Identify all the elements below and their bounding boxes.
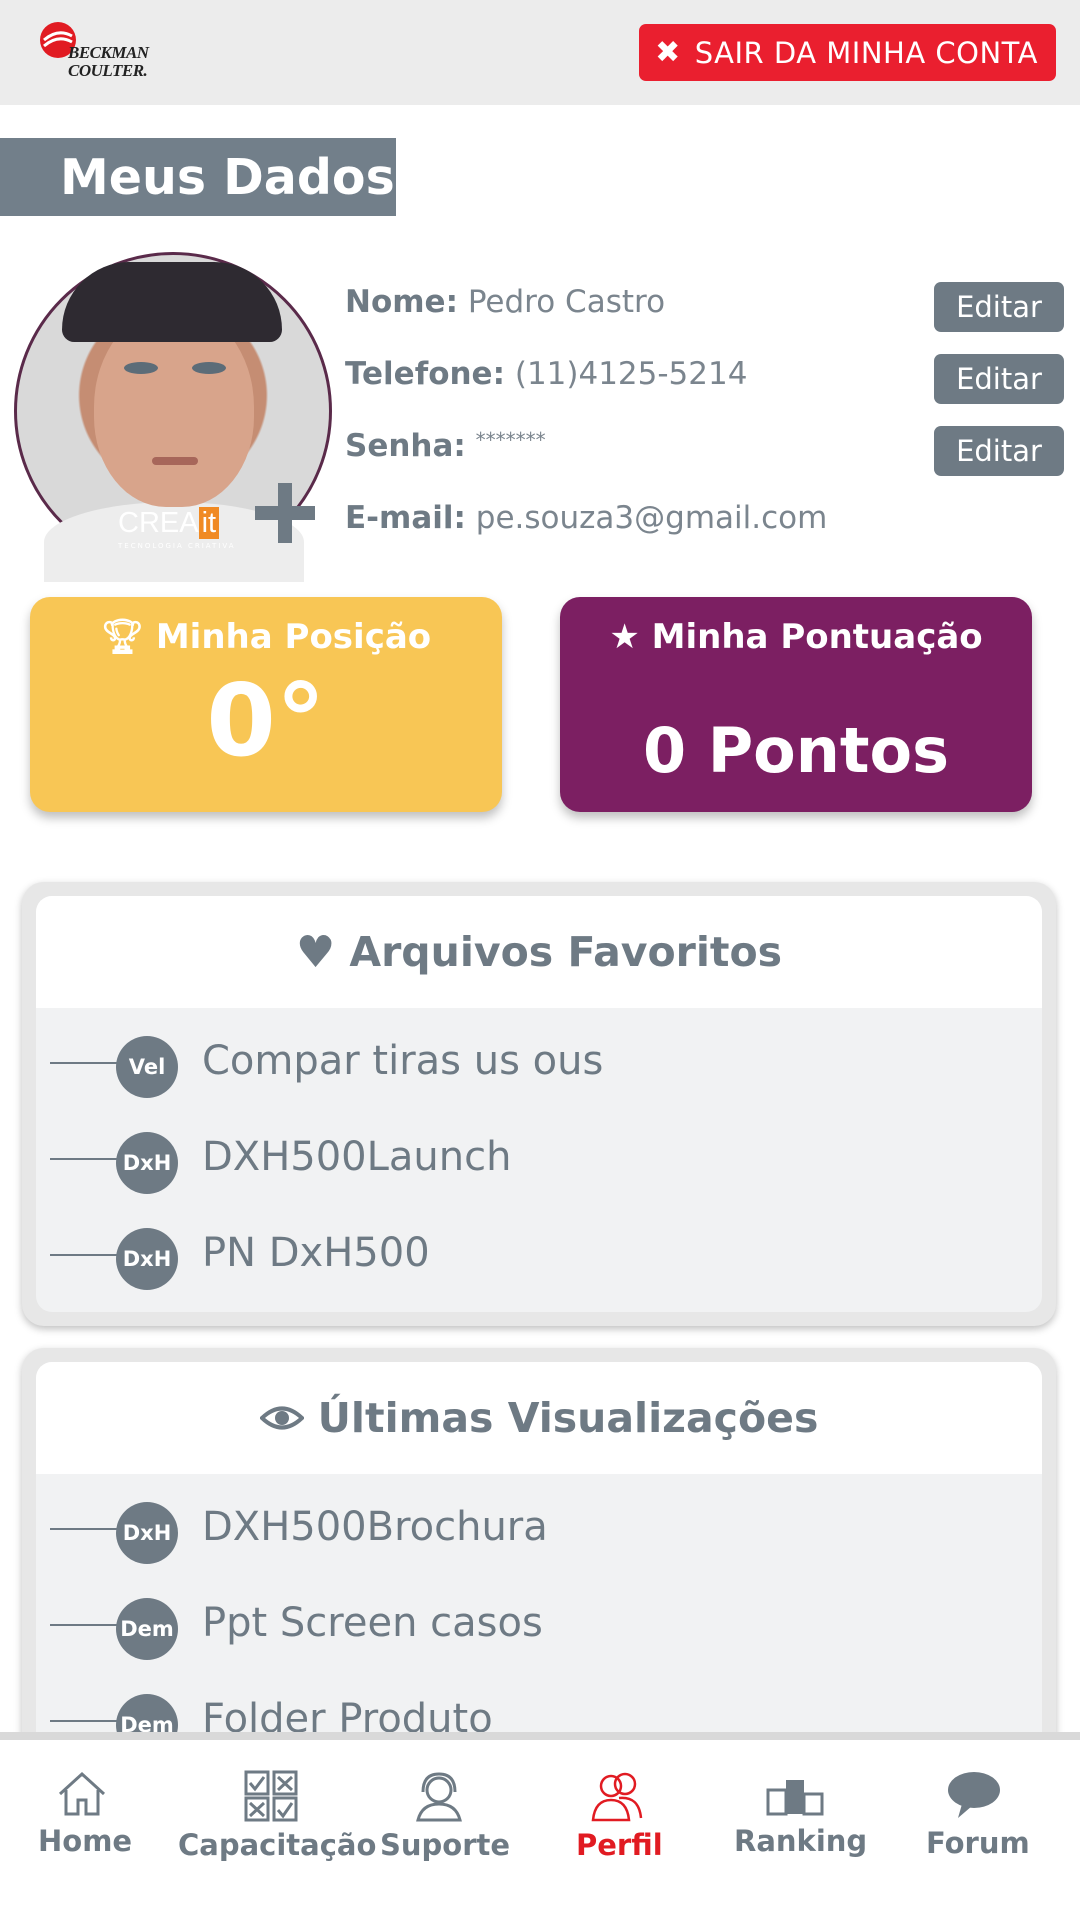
score-title: ★ Minha Pontuação bbox=[560, 617, 1032, 657]
avatar-eye-left bbox=[124, 362, 158, 374]
nav-capacitacao-label: Capacitação bbox=[178, 1828, 377, 1862]
position-title-text: Minha Posição bbox=[155, 617, 432, 657]
logout-label: SAIR DA MINHA CONTA bbox=[694, 35, 1038, 70]
watermark-subtext: TECNOLOGIA CRIATIVA bbox=[118, 542, 236, 550]
nav-home-label: Home bbox=[38, 1824, 133, 1858]
password-label: Senha: bbox=[345, 428, 466, 464]
file-badge: Vel bbox=[116, 1036, 178, 1098]
list-item[interactable]: DxH DXH500Brochura bbox=[36, 1474, 1042, 1570]
chat-icon bbox=[948, 1772, 1000, 1818]
file-badge: DxH bbox=[116, 1132, 178, 1194]
logo-text: BECKMAN COULTER. bbox=[68, 44, 149, 80]
file-badge: DxH bbox=[116, 1228, 178, 1290]
add-photo-icon[interactable] bbox=[255, 483, 315, 543]
list-item[interactable]: Vel Compar tiras us ous bbox=[36, 1008, 1042, 1104]
recent-panel-inner: Últimas Visualizações DxH DXH500Brochura… bbox=[36, 1362, 1042, 1754]
name-value: Pedro Castro bbox=[467, 284, 666, 320]
app-screen: BECKMAN COULTER. ✖ SAIR DA MINHA CONTA M… bbox=[0, 0, 1080, 1920]
logo-text-line1: BECKMAN bbox=[68, 43, 149, 62]
recent-panel: Últimas Visualizações DxH DXH500Brochura… bbox=[22, 1348, 1056, 1768]
bottom-nav: Home Capacitação Suporte Perfil Ranking … bbox=[0, 1732, 1080, 1920]
score-title-text: Minha Pontuação bbox=[651, 617, 983, 657]
list-connector bbox=[50, 1720, 120, 1722]
users-icon bbox=[591, 1772, 643, 1822]
position-card: 🏆︎ Minha Posição 0° bbox=[30, 597, 502, 812]
file-badge: Dem bbox=[116, 1598, 178, 1660]
phone-row: Telefone: (11)4125-5214 bbox=[345, 356, 747, 392]
position-value: 0° bbox=[206, 662, 326, 779]
email-row: E-mail: pe.souza3@gmail.com bbox=[345, 500, 827, 536]
list-item[interactable]: Dem Ppt Screen casos bbox=[36, 1570, 1042, 1666]
trophy-icon: 🏆︎ bbox=[100, 617, 144, 657]
phone-value: (11)4125-5214 bbox=[514, 356, 748, 392]
list-item[interactable]: DxH DXH500Launch bbox=[36, 1104, 1042, 1200]
file-name: DXH500Brochura bbox=[202, 1504, 548, 1550]
score-value: 0 Pontos bbox=[642, 714, 950, 787]
list-item[interactable]: DxH PN DxH500 bbox=[36, 1200, 1042, 1296]
avatar-eye-right bbox=[192, 362, 226, 374]
score-card: ★ Minha Pontuação 0 Pontos bbox=[560, 597, 1032, 812]
email-value: pe.souza3@gmail.com bbox=[475, 500, 828, 536]
favorites-panel-inner: ♥ Arquivos Favoritos Vel Compar tiras us… bbox=[36, 896, 1042, 1312]
password-row: Senha: ******* bbox=[345, 428, 546, 464]
nav-ranking-label: Ranking bbox=[734, 1824, 868, 1858]
position-title: 🏆︎ Minha Posição bbox=[30, 617, 502, 657]
phone-label: Telefone: bbox=[345, 356, 505, 392]
edit-phone-button[interactable]: Editar bbox=[934, 354, 1064, 404]
nav-suporte-label: Suporte bbox=[380, 1828, 511, 1862]
heart-icon: ♥ bbox=[295, 926, 336, 978]
edit-name-button[interactable]: Editar bbox=[934, 282, 1064, 332]
beckman-coulter-logo: BECKMAN COULTER. bbox=[38, 20, 188, 90]
file-name: Compar tiras us ous bbox=[202, 1038, 604, 1084]
nav-home[interactable]: Home bbox=[38, 1770, 133, 1858]
file-name: DXH500Launch bbox=[202, 1134, 512, 1180]
file-badge: DxH bbox=[116, 1502, 178, 1564]
watermark-it: it bbox=[198, 507, 220, 539]
password-value: ******* bbox=[475, 428, 546, 452]
logout-button[interactable]: ✖ SAIR DA MINHA CONTA bbox=[639, 24, 1056, 81]
watermark-text: CREA bbox=[118, 507, 199, 539]
star-icon: ★ bbox=[609, 617, 640, 657]
file-name: PN DxH500 bbox=[202, 1230, 430, 1276]
nav-ranking[interactable]: Ranking bbox=[734, 1770, 868, 1858]
headset-icon bbox=[416, 1772, 462, 1822]
email-label: E-mail: bbox=[345, 500, 466, 536]
list-connector bbox=[50, 1624, 120, 1626]
recent-header: Últimas Visualizações bbox=[36, 1362, 1042, 1474]
nav-forum[interactable]: Forum bbox=[926, 1770, 1030, 1860]
page-title: Meus Dados bbox=[0, 138, 396, 216]
checklist-icon bbox=[244, 1770, 298, 1822]
logo-text-line2: COULTER. bbox=[68, 61, 148, 80]
home-icon bbox=[58, 1771, 106, 1816]
name-row: Nome: Pedro Castro bbox=[345, 284, 665, 320]
recent-title: Últimas Visualizações bbox=[317, 1394, 819, 1442]
favorites-title: Arquivos Favoritos bbox=[349, 928, 783, 976]
nav-perfil-label: Perfil bbox=[576, 1828, 663, 1862]
nav-suporte[interactable]: Suporte bbox=[380, 1770, 511, 1862]
list-connector bbox=[50, 1528, 120, 1530]
favorites-panel: ♥ Arquivos Favoritos Vel Compar tiras us… bbox=[22, 882, 1056, 1326]
avatar-mouth bbox=[152, 457, 198, 465]
eye-icon bbox=[259, 1406, 304, 1430]
avatar-cap bbox=[62, 262, 282, 342]
list-connector bbox=[50, 1062, 120, 1064]
nav-forum-label: Forum bbox=[926, 1826, 1030, 1860]
podium-icon bbox=[766, 1780, 824, 1816]
edit-password-button[interactable]: Editar bbox=[934, 426, 1064, 476]
file-name: Ppt Screen casos bbox=[202, 1600, 543, 1646]
times-icon: ✖ bbox=[655, 35, 681, 70]
avatar-watermark: CREA it bbox=[118, 507, 220, 540]
nav-capacitacao[interactable]: Capacitação bbox=[178, 1770, 377, 1862]
list-connector bbox=[50, 1254, 120, 1256]
list-connector bbox=[50, 1158, 120, 1160]
name-label: Nome: bbox=[345, 284, 458, 320]
favorites-header: ♥ Arquivos Favoritos bbox=[36, 896, 1042, 1008]
nav-perfil[interactable]: Perfil bbox=[576, 1770, 663, 1862]
header: BECKMAN COULTER. ✖ SAIR DA MINHA CONTA bbox=[0, 0, 1080, 105]
